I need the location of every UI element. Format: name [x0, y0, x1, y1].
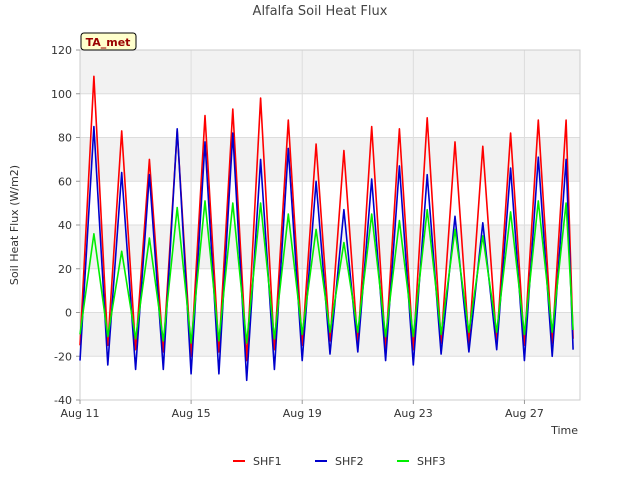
legend-label: SHF2 [335, 455, 364, 468]
badge-label: TA_met [86, 36, 131, 49]
chart-root: -40 -20 0 20 40 60 80 100 120 Aug 11 Aug 15 Aug 19… [0, 0, 640, 480]
chart-title: Alfalfa Soil Heat Flux [253, 4, 388, 19]
y-tick-label: -20 [54, 350, 72, 363]
x-tick-label: Aug 11 [61, 407, 100, 420]
x-tick-label: Aug 27 [505, 407, 544, 420]
legend-label: SHF3 [417, 455, 446, 468]
x-tick-label: Aug 23 [394, 407, 433, 420]
x-tick-label: Aug 19 [283, 407, 322, 420]
line-chart: -40 -20 0 20 40 60 80 100 120 Aug 11 Aug 15 Aug 19… [8, 4, 581, 468]
y-tick-label: 60 [58, 175, 72, 188]
legend-label: SHF1 [253, 455, 282, 468]
y-axis-label: Soil Heat Flux (W/m2) [8, 165, 21, 285]
x-axis-ticks: Aug 11 Aug 15 Aug 19 Aug 23 Aug 27 [61, 400, 544, 420]
plot-band [80, 50, 580, 94]
y-tick-label: 0 [65, 307, 72, 320]
y-tick-label: 80 [58, 132, 72, 145]
y-axis-ticks: -40 -20 0 20 40 60 80 100 120 [51, 44, 80, 407]
y-tick-label: -40 [54, 394, 72, 407]
badge: TA_met [80, 32, 137, 51]
plot-band [80, 137, 580, 182]
x-tick-label: Aug 15 [172, 407, 211, 420]
y-tick-label: 40 [58, 219, 72, 232]
plot-band [80, 356, 580, 400]
y-tick-label: 100 [51, 88, 72, 101]
y-tick-label: 120 [51, 44, 72, 57]
y-tick-label: 20 [58, 263, 72, 276]
x-axis-label: Time [550, 424, 578, 437]
plot-band [80, 93, 580, 138]
legend: SHF1 SHF2 SHF3 [233, 455, 446, 468]
